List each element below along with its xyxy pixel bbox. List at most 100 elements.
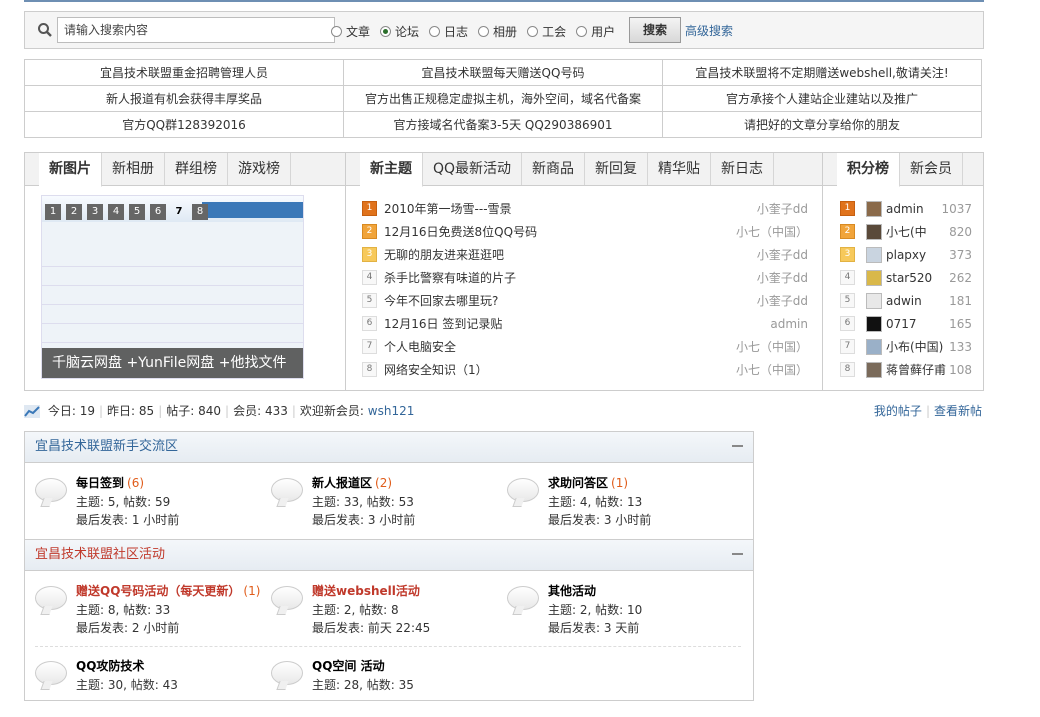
member-name[interactable]: adwin — [886, 294, 949, 308]
tab-digest[interactable]: 精华贴 — [648, 153, 712, 185]
tab-new-threads[interactable]: 新主题 — [360, 153, 423, 187]
thread-row[interactable]: 8 网络安全知识（1） 小七（中国） — [362, 358, 808, 381]
my-posts-link[interactable]: 我的帖子 — [874, 404, 922, 418]
member-name[interactable]: 小布(中国) — [886, 338, 949, 355]
avatar[interactable] — [866, 315, 882, 332]
thread-author[interactable]: 小奎子dd — [757, 292, 808, 309]
forum-item[interactable]: 赠送webshell活动 主题: 2, 帖数: 8 最后发表: 前天 22:45 — [261, 582, 491, 642]
thread-row[interactable]: 1 2010年第一场雪---雪景 小奎子dd — [362, 197, 808, 220]
thread-title[interactable]: 12月16日 签到记录贴 — [384, 315, 770, 332]
rank-row[interactable]: 2 小七(中 820 — [840, 220, 972, 243]
thread-author[interactable]: 小奎子dd — [757, 200, 808, 217]
member-name[interactable]: plapxy — [886, 248, 949, 262]
notice-link[interactable]: 宜昌技术联盟每天赠送QQ号码 — [343, 59, 663, 86]
avatar[interactable] — [866, 269, 882, 286]
thread-author[interactable]: 小奎子dd — [757, 246, 808, 263]
member-name[interactable]: star520 — [886, 271, 949, 285]
avatar[interactable] — [866, 246, 882, 263]
forum-name[interactable]: 赠送webshell活动 — [312, 582, 420, 599]
forum-name[interactable]: 求助问答区 (1) — [548, 474, 628, 491]
slider-page[interactable]: 6 — [150, 204, 166, 220]
forum-item[interactable]: QQ空间 活动 主题: 28, 帖数: 35 — [261, 657, 491, 717]
rank-row[interactable]: 5 adwin 181 — [840, 289, 972, 312]
radio-article[interactable]: 文章 — [331, 23, 370, 40]
slider-page[interactable]: 1 — [45, 204, 61, 220]
thread-title[interactable]: 2010年第一场雪---雪景 — [384, 200, 757, 217]
collapse-icon[interactable] — [732, 445, 743, 447]
search-button[interactable]: 搜索 — [629, 17, 681, 43]
section-title[interactable]: 宜昌技术联盟新手交流区 — [35, 432, 178, 462]
collapse-icon[interactable] — [732, 553, 743, 555]
new-member-link[interactable]: wsh121 — [368, 404, 415, 418]
forum-name[interactable]: 新人报道区 (2) — [312, 474, 392, 491]
tab-group-rank[interactable]: 群组榜 — [165, 153, 228, 185]
new-posts-link[interactable]: 查看新帖 — [934, 404, 982, 418]
search-input[interactable]: 请输入搜索内容 — [57, 17, 335, 43]
tab-new-goods[interactable]: 新商品 — [522, 153, 586, 185]
thread-title[interactable]: 无聊的朋友进来逛逛吧 — [384, 246, 757, 263]
thread-title[interactable]: 杀手比警察有味道的片子 — [384, 269, 757, 286]
thread-author[interactable]: admin — [770, 317, 808, 331]
forum-name[interactable]: 每日签到 (6) — [76, 474, 144, 491]
thread-row[interactable]: 2 12月16日免费送8位QQ号码 小七（中国） — [362, 220, 808, 243]
forum-item[interactable]: 每日签到 (6) 主题: 5, 帖数: 59 最后发表: 1 小时前 — [25, 474, 255, 534]
forum-item[interactable]: QQ攻防技术 主题: 30, 帖数: 43 — [25, 657, 255, 717]
notice-link[interactable]: 请把好的文章分享给你的朋友 — [662, 111, 982, 138]
forum-item[interactable]: 赠送QQ号码活动（每天更新） (1) 主题: 8, 帖数: 33 最后发表: 2 … — [25, 582, 260, 642]
forum-name[interactable]: QQ空间 活动 — [312, 657, 385, 674]
forum-name[interactable]: QQ攻防技术 — [76, 657, 144, 674]
forum-item[interactable]: 求助问答区 (1) 主题: 4, 帖数: 13 最后发表: 3 小时前 — [497, 474, 727, 534]
radio-guild[interactable]: 工会 — [527, 23, 566, 40]
advanced-search-link[interactable]: 高级搜索 — [685, 22, 733, 39]
rank-row[interactable]: 8 蒋曾藓仔甫 108 — [840, 358, 972, 381]
thread-author[interactable]: 小七（中国） — [736, 361, 808, 378]
tab-new-images[interactable]: 新图片 — [39, 153, 102, 187]
rank-row[interactable]: 6 0717 165 — [840, 312, 972, 335]
tab-points-rank[interactable]: 积分榜 — [837, 153, 900, 187]
avatar[interactable] — [866, 200, 882, 217]
thread-author[interactable]: 小奎子dd — [757, 269, 808, 286]
radio-album[interactable]: 相册 — [478, 23, 517, 40]
slider-page-current[interactable]: 7 — [171, 204, 187, 220]
member-name[interactable]: 0717 — [886, 317, 949, 331]
thread-title[interactable]: 网络安全知识（1） — [384, 361, 736, 378]
tab-game-rank[interactable]: 游戏榜 — [228, 153, 291, 185]
notice-link[interactable]: 新人报道有机会获得丰厚奖品 — [24, 85, 344, 112]
rank-row[interactable]: 7 小布(中国) 133 — [840, 335, 972, 358]
tab-new-replies[interactable]: 新回复 — [585, 153, 649, 185]
slider-page[interactable]: 3 — [87, 204, 103, 220]
thread-title[interactable]: 今年不回家去哪里玩? — [384, 292, 757, 309]
tab-new-members[interactable]: 新会员 — [900, 153, 963, 185]
avatar[interactable] — [866, 361, 882, 378]
slider-page[interactable]: 2 — [66, 204, 82, 220]
slider-page[interactable]: 8 — [192, 204, 208, 220]
radio-blog[interactable]: 日志 — [429, 23, 468, 40]
radio-user[interactable]: 用户 — [576, 23, 615, 40]
rank-row[interactable]: 3 plapxy 373 — [840, 243, 972, 266]
thread-title[interactable]: 12月16日免费送8位QQ号码 — [384, 223, 736, 240]
thread-title[interactable]: 个人电脑安全 — [384, 338, 736, 355]
tab-new-albums[interactable]: 新相册 — [102, 153, 165, 185]
forum-item[interactable]: 其他活动 主题: 2, 帖数: 10 最后发表: 3 天前 — [497, 582, 727, 642]
avatar[interactable] — [866, 223, 882, 240]
member-name[interactable]: 蒋曾藓仔甫 — [886, 361, 949, 378]
thread-row[interactable]: 5 今年不回家去哪里玩? 小奎子dd — [362, 289, 808, 312]
thread-author[interactable]: 小七（中国） — [736, 338, 808, 355]
radio-forum[interactable]: 论坛 — [380, 23, 419, 40]
notice-link[interactable]: 官方承接个人建站企业建站以及推广 — [662, 85, 982, 112]
forum-name[interactable]: 其他活动 — [548, 582, 596, 599]
avatar[interactable] — [866, 292, 882, 309]
slider-page[interactable]: 4 — [108, 204, 124, 220]
forum-item[interactable]: 新人报道区 (2) 主题: 33, 帖数: 53 最后发表: 3 小时前 — [261, 474, 491, 534]
notice-link[interactable]: 官方接域名代备案3-5天 QQ290386901 — [343, 111, 663, 138]
thread-row[interactable]: 3 无聊的朋友进来逛逛吧 小奎子dd — [362, 243, 808, 266]
image-slider[interactable]: 1 2 3 4 5 6 7 8 千脑云网盘 +YunFile网盘 +他找文件 — [41, 195, 304, 379]
notice-link[interactable]: 官方QQ群128392016 — [24, 111, 344, 138]
notice-link[interactable]: 宜昌技术联盟重金招聘管理人员 — [24, 59, 344, 86]
member-name[interactable]: 小七(中 — [886, 223, 949, 240]
forum-name[interactable]: 赠送QQ号码活动（每天更新） (1) — [76, 582, 260, 599]
notice-link[interactable]: 宜昌技术联盟将不定期赠送webshell,敬请关注! — [662, 59, 982, 86]
tab-new-blogs[interactable]: 新日志 — [711, 153, 775, 185]
rank-row[interactable]: 1 admin 1037 — [840, 197, 972, 220]
thread-row[interactable]: 6 12月16日 签到记录贴 admin — [362, 312, 808, 335]
